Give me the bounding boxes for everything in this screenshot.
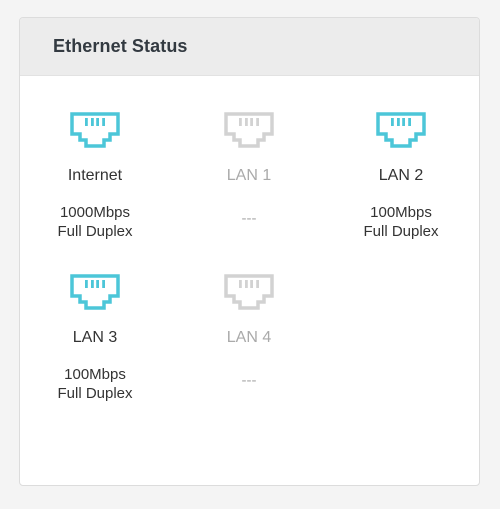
ethernet-port-icon — [70, 112, 120, 148]
port-internet: Internet 1000Mbps Full Duplex — [20, 111, 170, 241]
ethernet-status-panel: Ethernet Status Internet 1000Mbps Full D… — [19, 17, 480, 486]
port-speed: 1000Mbps — [59, 204, 131, 221]
port-lan-4: LAN 4 --- — [174, 273, 324, 390]
port-speed: 100Mbps — [64, 366, 126, 383]
port-label: LAN 4 — [226, 329, 272, 346]
port-status: 100Mbps Full Duplex — [326, 203, 476, 241]
port-label: LAN 2 — [378, 167, 424, 184]
port-lan-1: LAN 1 --- — [174, 111, 324, 228]
ethernet-port-icon — [70, 274, 120, 310]
ethernet-port-icon — [376, 112, 426, 148]
port-label: Internet — [67, 167, 123, 184]
port-status: 100Mbps Full Duplex — [20, 365, 170, 403]
port-duplex: Full Duplex — [363, 223, 439, 240]
port-status: --- — [241, 372, 257, 389]
port-duplex: Full Duplex — [57, 385, 133, 402]
port-label: LAN 3 — [72, 329, 118, 346]
port-duplex: Full Duplex — [57, 223, 133, 240]
panel-title: Ethernet Status — [53, 36, 188, 56]
port-label: LAN 1 — [226, 167, 272, 184]
port-lan-3: LAN 3 100Mbps Full Duplex — [20, 273, 170, 403]
port-status: --- — [241, 210, 257, 227]
ethernet-port-icon — [224, 274, 274, 310]
port-lan-2: LAN 2 100Mbps Full Duplex — [326, 111, 476, 241]
ethernet-port-icon — [224, 112, 274, 148]
panel-header: Ethernet Status — [20, 18, 479, 76]
port-status: 1000Mbps Full Duplex — [20, 203, 170, 241]
port-speed: 100Mbps — [370, 204, 432, 221]
